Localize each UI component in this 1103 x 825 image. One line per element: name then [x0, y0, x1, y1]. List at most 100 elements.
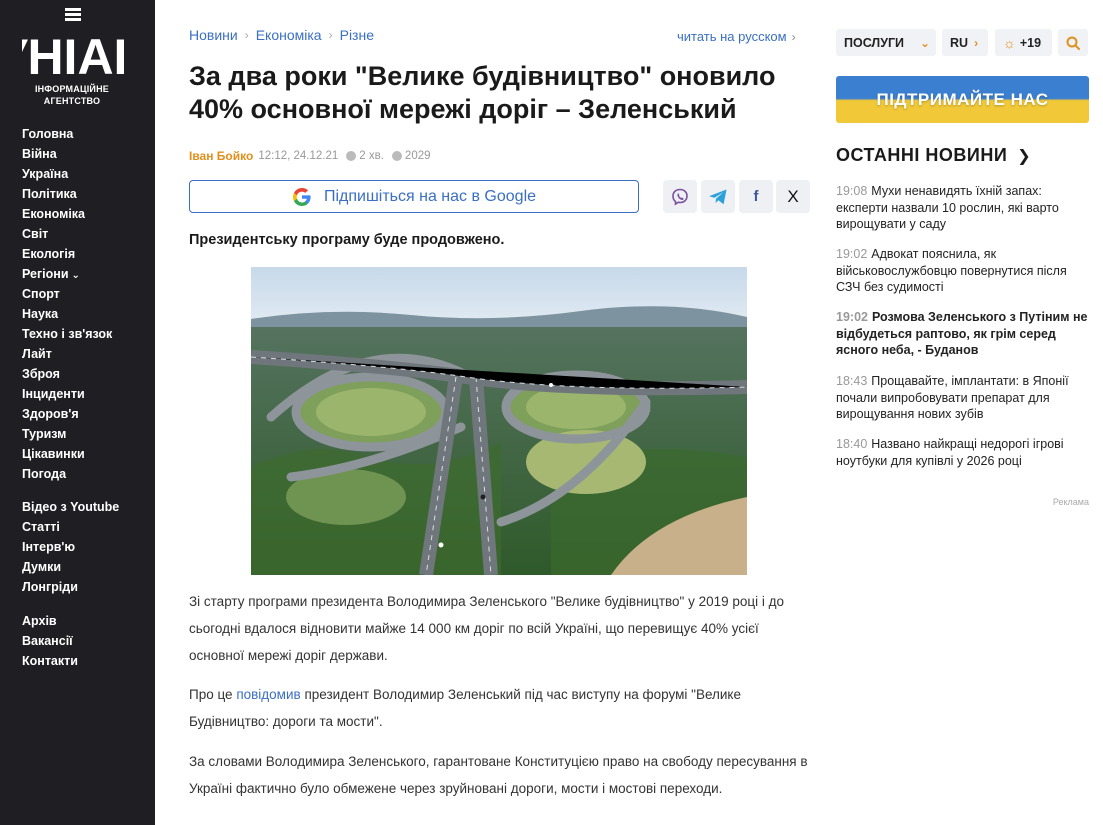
share-x-button[interactable]: X — [776, 180, 810, 213]
secondary-nav: Відео з Youtube Статті Інтерв'ю Думки Ло… — [22, 497, 119, 597]
article-paragraph-2: Про це повідомив президент Володимир Зел… — [189, 681, 814, 735]
photo-illustration — [251, 267, 747, 575]
nav-item-ukraine[interactable]: Україна — [22, 164, 112, 184]
weather-widget[interactable]: ☼ +19 — [995, 29, 1052, 56]
nav-item-tourism[interactable]: Туризм — [22, 424, 112, 444]
x-icon: X — [787, 186, 799, 206]
nav-item-weapons[interactable]: Зброя — [22, 364, 112, 384]
nav-item-opinions[interactable]: Думки — [22, 557, 119, 577]
chevron-right-icon: › — [791, 30, 796, 44]
nav-item-youtube[interactable]: Відео з Youtube — [22, 497, 119, 517]
article-paragraph-3: За словами Володимира Зеленського, гаран… — [189, 754, 808, 796]
google-icon — [292, 187, 311, 206]
nav-item-economics[interactable]: Економіка — [22, 204, 112, 224]
nav-item-incidents[interactable]: Інциденти — [22, 384, 112, 404]
services-dropdown[interactable]: ПОСЛУГИ ⌄ — [836, 29, 936, 56]
sun-cloud-icon: ☼ — [1003, 34, 1016, 51]
article-meta: Іван Бойко 12:12, 24.12.21 2 хв. 2029 — [189, 149, 431, 163]
share-facebook-button[interactable]: f — [739, 180, 773, 213]
news-text: Прощавайте, імплантати: в Японії почали … — [836, 374, 1069, 421]
unian-logo[interactable]: УНІАН ІНФОРМАЦІЙНЕ АГЕНТСТВО — [22, 8, 124, 107]
news-time: 19:02 — [836, 247, 868, 261]
article-paragraph-1: Зі старту програми президента Володимира… — [189, 594, 785, 663]
news-item[interactable]: 18:43 Прощавайте, імплантати: в Японії по… — [836, 373, 1089, 423]
support-us-label: ПІДТРИМАЙТЕ НАС — [876, 89, 1049, 109]
nav-item-regions-label: Регіони — [22, 267, 69, 281]
breadcrumb: Новини › Економіка › Різне — [189, 27, 374, 43]
latest-news-title: ОСТАННІ НОВИНИ — [836, 145, 1008, 165]
news-text: Розмова Зеленського з Путіним не відбуде… — [836, 310, 1088, 357]
support-us-banner[interactable]: ПІДТРИМАЙТЕ НАС — [836, 76, 1089, 123]
nav-item-politics[interactable]: Політика — [22, 184, 112, 204]
search-button[interactable] — [1058, 29, 1088, 56]
nav-item-vacancies[interactable]: Вакансії — [22, 631, 78, 651]
sidebar: УНІАН ІНФОРМАЦІЙНЕ АГЕНТСТВО Головна Вій… — [0, 0, 155, 825]
source-link[interactable]: повідомив — [236, 687, 300, 702]
nav-item-health[interactable]: Здоров'я — [22, 404, 112, 424]
article-photo-highway-interchange — [251, 267, 747, 575]
nav-item-sport[interactable]: Спорт — [22, 284, 112, 304]
nav-item-interviews[interactable]: Інтерв'ю — [22, 537, 119, 557]
nav-item-tech[interactable]: Техно і зв'язок — [22, 324, 112, 344]
chevron-right-icon: ❯ — [1017, 147, 1032, 165]
news-item[interactable]: 19:08 Мухи ненавидять їхній запах: експер… — [836, 183, 1089, 233]
article-lead: Президентську програму буде продовжено. — [189, 232, 505, 248]
language-switch[interactable]: RU › — [942, 29, 988, 56]
article-views: 2029 — [404, 150, 431, 162]
chevron-down-icon: ⌄ — [71, 270, 80, 281]
article-author[interactable]: Іван Бойко — [189, 149, 253, 163]
article-read-time: 2 хв. — [359, 150, 384, 162]
main-nav: Головна Війна Україна Політика Економіка… — [22, 124, 112, 484]
read-in-russian-link[interactable]: читать на русском › — [677, 29, 796, 44]
chevron-right-icon: › — [328, 28, 333, 42]
language-label: RU — [950, 35, 969, 50]
clock-icon — [346, 151, 357, 161]
news-item[interactable]: 18:40 Названо найкращі недорогі ігрові но… — [836, 436, 1089, 469]
news-text: Названо найкращі недорогі ігрові ноутбук… — [836, 437, 1064, 468]
latest-news-heading[interactable]: ОСТАННІ НОВИНИ ❯ — [836, 145, 1031, 166]
breadcrumb-economics[interactable]: Економіка — [256, 27, 322, 43]
viber-icon — [672, 188, 688, 205]
chevron-right-icon: › — [244, 28, 249, 42]
news-time: 18:40 — [836, 437, 868, 451]
news-item[interactable]: 19:02 Розмова Зеленського з Путіним не ві… — [836, 309, 1089, 359]
nav-item-curious[interactable]: Цікавинки — [22, 444, 112, 464]
services-label: ПОСЛУГИ — [844, 35, 905, 50]
unian-logo-mark: УНІАН — [22, 8, 124, 80]
google-subscribe-label: Підпишіться на нас в Google — [323, 187, 537, 205]
news-text: Мухи ненавидять їхній запах: експерти на… — [836, 184, 1059, 231]
chevron-right-icon: › — [974, 35, 979, 50]
nav-item-weather[interactable]: Погода — [22, 464, 112, 484]
nav-item-regions[interactable]: Регіони ⌄ — [22, 264, 112, 284]
nav-item-war[interactable]: Війна — [22, 144, 112, 164]
nav-item-lite[interactable]: Лайт — [22, 344, 112, 364]
nav-item-archive[interactable]: Архів — [22, 611, 78, 631]
read-in-russian-label: читать на русском — [677, 29, 787, 44]
nav-item-world[interactable]: Світ — [22, 224, 112, 244]
news-time: 18:43 — [836, 374, 868, 388]
news-time: 19:08 — [836, 184, 868, 198]
chevron-down-icon: ⌄ — [920, 35, 931, 50]
facebook-icon: f — [753, 188, 759, 205]
nav-item-contacts[interactable]: Контакти — [22, 651, 78, 671]
news-item[interactable]: 19:02 Адвокат пояснила, як військовослужб… — [836, 246, 1089, 296]
article-datetime: 12:12, 24.12.21 — [258, 150, 339, 162]
breadcrumb-misc[interactable]: Різне — [340, 27, 374, 43]
ad-label: Реклама — [1052, 497, 1089, 507]
nav-item-science[interactable]: Наука — [22, 304, 112, 324]
nav-item-longreads[interactable]: Лонгріди — [22, 577, 119, 597]
search-icon — [1066, 36, 1080, 50]
news-text: Адвокат пояснила, як військовослужбовцю … — [836, 247, 1067, 294]
telegram-icon — [709, 189, 727, 204]
nav-item-articles[interactable]: Статті — [22, 517, 119, 537]
nav-item-ecology[interactable]: Екологія — [22, 244, 112, 264]
google-subscribe-button[interactable]: Підпишіться на нас в Google — [189, 180, 639, 213]
nav-item-home[interactable]: Головна — [22, 124, 112, 144]
weather-temperature: +19 — [1019, 35, 1042, 50]
share-viber-button[interactable] — [663, 180, 697, 213]
eye-icon — [391, 151, 402, 161]
share-telegram-button[interactable] — [701, 180, 735, 213]
article-title: За два роки "Велике будівництво" оновило… — [189, 61, 776, 124]
logo-wordmark: УНІАН — [22, 29, 124, 80]
breadcrumb-news[interactable]: Новини — [189, 27, 238, 43]
